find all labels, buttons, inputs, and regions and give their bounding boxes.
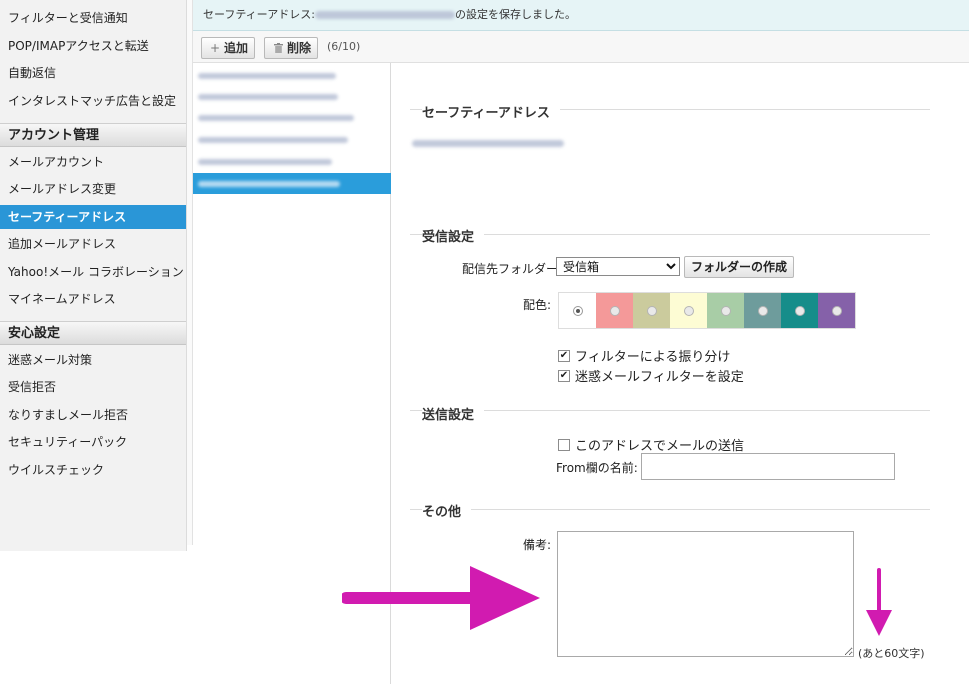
add-button[interactable]: + 追加 <box>201 37 256 59</box>
plus-icon: + <box>209 41 221 55</box>
address-row[interactable] <box>193 86 391 107</box>
notice-prefix: セーフティーアドレス: <box>203 8 315 21</box>
filter-sort-label: フィルターによる振り分け <box>575 350 731 365</box>
color-radio[interactable] <box>572 305 583 316</box>
sidebar-item-myname-address[interactable]: マイネームアドレス <box>0 287 186 311</box>
address-row-selected[interactable] <box>193 173 391 194</box>
notice-suffix: の設定を保存しました。 <box>454 8 576 21</box>
blurred-address <box>314 11 455 19</box>
blurred-address <box>198 94 338 100</box>
sidebar-item-additional-address[interactable]: 追加メールアドレス <box>0 232 186 256</box>
section-divider <box>410 410 930 411</box>
color-swatch[interactable] <box>596 293 633 328</box>
spam-filter-label: 迷惑メールフィルターを設定 <box>575 370 744 385</box>
settings-sidebar: フィルターと受信通知 POP/IMAPアクセスと転送 自動返信 インタレストマッ… <box>0 0 187 551</box>
filter-sort-option[interactable]: ✔ フィルターによる振り分け <box>558 346 730 365</box>
memo-label: 備考: <box>523 538 552 552</box>
filter-sort-checkbox[interactable]: ✔ <box>558 349 570 362</box>
address-count: (6/10) <box>327 40 361 53</box>
sidebar-item-block[interactable]: 受信拒否 <box>0 375 186 399</box>
color-swatch[interactable] <box>781 293 818 328</box>
save-notification: セーフティーアドレス: の設定を保存しました。 <box>193 0 969 31</box>
address-row[interactable] <box>193 151 391 172</box>
color-radio[interactable] <box>794 305 805 316</box>
sidebar-item-interest-match[interactable]: インタレストマッチ広告と設定 <box>0 89 186 113</box>
color-radio[interactable] <box>646 305 657 316</box>
color-radio[interactable] <box>683 305 694 316</box>
color-swatch[interactable] <box>707 293 744 328</box>
send-with-address-option[interactable]: このアドレスでメールの送信 <box>558 435 744 454</box>
sidebar-item-mail-account[interactable]: メールアカウント <box>0 150 186 174</box>
spam-filter-checkbox[interactable]: ✔ <box>558 369 570 382</box>
address-toolbar: + 追加 削除 (6/10) <box>193 31 969 63</box>
blurred-address <box>198 115 354 121</box>
send-with-address-checkbox[interactable] <box>558 438 570 451</box>
folder-label: 配信先フォルダー: <box>462 262 563 276</box>
sidebar-item-pop-imap[interactable]: POP/IMAPアクセスと転送 <box>0 34 186 58</box>
section-title-receive: 受信設定 <box>422 226 485 245</box>
sidebar-item-spam[interactable]: 迷惑メール対策 <box>0 348 186 372</box>
color-label: 配色: <box>523 298 552 312</box>
blurred-address <box>412 140 564 147</box>
address-row[interactable] <box>193 65 391 86</box>
color-radio[interactable] <box>757 305 768 316</box>
create-folder-button[interactable]: フォルダーの作成 <box>684 256 795 278</box>
blurred-address <box>198 73 336 79</box>
blurred-address <box>198 137 348 143</box>
sidebar-item-spoof[interactable]: なりすましメール拒否 <box>0 403 186 427</box>
sidebar-section-safety: 安心設定 <box>0 321 186 345</box>
spam-filter-option[interactable]: ✔ 迷惑メールフィルターを設定 <box>558 366 744 385</box>
delete-button-label: 削除 <box>287 41 312 55</box>
memo-textarea[interactable] <box>557 531 854 657</box>
annotation-arrow-down <box>866 568 892 636</box>
section-divider <box>410 509 930 510</box>
color-swatch[interactable] <box>559 293 596 328</box>
address-row[interactable] <box>193 107 391 128</box>
color-swatch[interactable] <box>633 293 670 328</box>
sidebar-item-virus-check[interactable]: ウイルスチェック <box>0 458 186 482</box>
color-radio[interactable] <box>609 305 620 316</box>
color-swatch[interactable] <box>818 293 855 328</box>
blurred-address <box>198 181 340 187</box>
folder-select[interactable]: 受信箱 <box>556 257 680 276</box>
section-title-safety-address: セーフティーアドレス <box>422 102 560 121</box>
section-divider <box>410 234 930 235</box>
color-radio[interactable] <box>831 305 842 316</box>
section-title-send: 送信設定 <box>422 404 485 423</box>
from-name-label: From欄の名前: <box>556 461 638 475</box>
color-swatch[interactable] <box>744 293 781 328</box>
sidebar-item-safety-address[interactable]: セーフティーアドレス <box>0 205 186 229</box>
address-row[interactable] <box>193 129 391 150</box>
sidebar-item-collaboration[interactable]: Yahoo!メール コラボレーション <box>0 260 186 284</box>
annotation-arrow-right <box>342 566 540 630</box>
sidebar-item-security-pack[interactable]: セキュリティーパック <box>0 430 186 454</box>
sidebar-item-change-address[interactable]: メールアドレス変更 <box>0 177 186 201</box>
blurred-address <box>198 159 332 165</box>
color-swatch[interactable] <box>670 293 707 328</box>
send-with-address-label: このアドレスでメールの送信 <box>575 439 745 454</box>
sidebar-section-account: アカウント管理 <box>0 123 186 147</box>
sidebar-item-filter[interactable]: フィルターと受信通知 <box>0 6 186 30</box>
trash-icon <box>271 38 285 58</box>
delete-button[interactable]: 削除 <box>264 37 319 59</box>
section-title-other: その他 <box>422 501 472 520</box>
from-name-input[interactable] <box>641 453 895 480</box>
color-radio[interactable] <box>720 305 731 316</box>
add-button-label: 追加 <box>224 41 249 55</box>
color-swatch-group <box>558 292 856 329</box>
remaining-characters: (あと60文字) <box>858 647 925 660</box>
sidebar-item-auto-reply[interactable]: 自動返信 <box>0 61 186 85</box>
